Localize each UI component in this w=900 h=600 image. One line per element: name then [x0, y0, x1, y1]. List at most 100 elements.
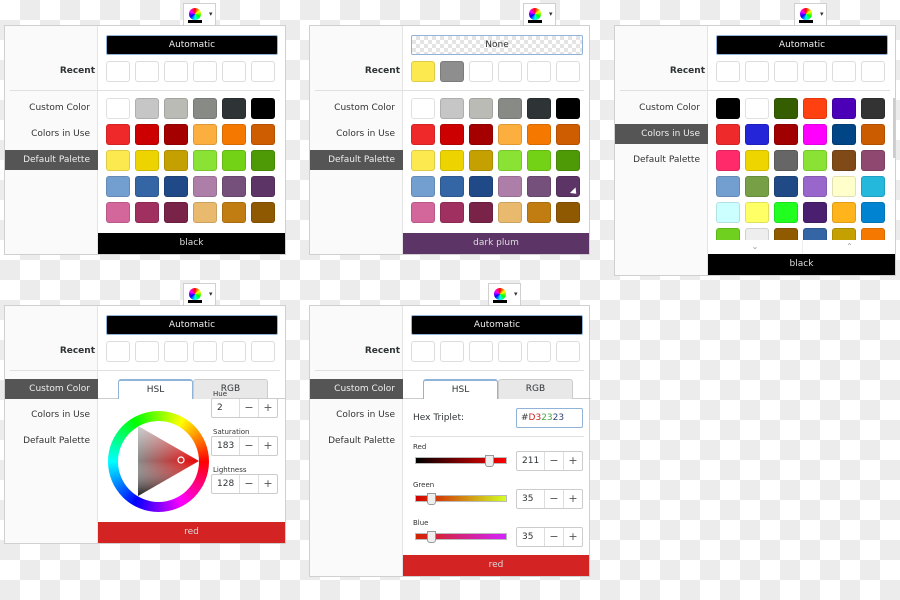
increment-button[interactable]: +: [563, 528, 582, 546]
color-swatch[interactable]: [469, 150, 493, 171]
recent-swatch[interactable]: [498, 61, 522, 82]
tab-rgb[interactable]: RGB: [193, 379, 268, 399]
color-swatch[interactable]: [193, 124, 217, 145]
recent-swatch[interactable]: [106, 61, 130, 82]
color-swatch[interactable]: [832, 98, 856, 119]
recent-swatch[interactable]: [411, 341, 435, 362]
recent-swatch[interactable]: [745, 61, 769, 82]
color-swatch[interactable]: [106, 124, 130, 145]
green-value[interactable]: 35: [517, 490, 544, 508]
color-swatch[interactable]: [745, 150, 769, 171]
recent-swatch[interactable]: [527, 341, 551, 362]
color-swatch[interactable]: [498, 176, 522, 197]
red-slider[interactable]: [415, 455, 507, 467]
color-swatch[interactable]: [106, 98, 130, 119]
color-swatch[interactable]: [832, 228, 856, 240]
tab-hsl[interactable]: HSL: [423, 379, 498, 399]
decrement-button[interactable]: −: [544, 490, 563, 508]
lightness-value[interactable]: 128: [212, 475, 239, 493]
sidebar-item-default-palette[interactable]: Default Palette: [5, 431, 98, 451]
slider-thumb[interactable]: [426, 493, 436, 505]
color-swatch[interactable]: [164, 202, 188, 223]
recent-swatch[interactable]: [440, 61, 464, 82]
color-swatch[interactable]: [498, 150, 522, 171]
scroll-down-button[interactable]: ⌄: [708, 240, 802, 254]
color-swatch[interactable]: [716, 176, 740, 197]
sidebar-item-colors-in-use[interactable]: Colors in Use: [615, 124, 708, 144]
saturation-lightness-triangle[interactable]: [108, 411, 209, 512]
color-swatch[interactable]: [861, 124, 885, 145]
color-picker-toggle-button[interactable]: ▾: [488, 283, 521, 305]
recent-swatch[interactable]: [803, 61, 827, 82]
color-swatch[interactable]: [803, 228, 827, 240]
sidebar-item-colors-in-use[interactable]: Colors in Use: [310, 405, 403, 425]
color-swatch[interactable]: [440, 98, 464, 119]
color-swatch[interactable]: [222, 98, 246, 119]
color-swatch[interactable]: [164, 150, 188, 171]
blue-spinbutton[interactable]: 35− +: [516, 527, 583, 547]
increment-button[interactable]: +: [563, 490, 582, 508]
hex-input[interactable]: #D32323: [516, 408, 583, 428]
color-swatch[interactable]: [861, 176, 885, 197]
color-swatch[interactable]: [222, 176, 246, 197]
recent-swatch[interactable]: [222, 61, 246, 82]
color-swatch[interactable]: [745, 98, 769, 119]
color-picker-toggle-button[interactable]: ▾: [183, 283, 216, 305]
color-swatch[interactable]: [774, 98, 798, 119]
recent-swatch[interactable]: [469, 341, 493, 362]
color-swatch[interactable]: [469, 124, 493, 145]
color-swatch[interactable]: [774, 124, 798, 145]
recent-swatch[interactable]: [469, 61, 493, 82]
color-picker-toggle-button[interactable]: ▾: [183, 3, 216, 25]
saturation-value[interactable]: 183: [212, 437, 239, 455]
recent-swatch[interactable]: [832, 61, 856, 82]
red-value[interactable]: 211: [517, 452, 544, 470]
color-swatch[interactable]: [832, 124, 856, 145]
color-swatch[interactable]: [193, 202, 217, 223]
recent-swatch[interactable]: [106, 341, 130, 362]
color-swatch[interactable]: [861, 228, 885, 240]
sidebar-item-default-palette[interactable]: Default Palette: [5, 150, 98, 170]
blue-slider[interactable]: [415, 531, 507, 543]
decrement-button[interactable]: −: [544, 452, 563, 470]
lightness-spinbutton[interactable]: 128− +: [211, 474, 278, 494]
color-swatch[interactable]: [469, 98, 493, 119]
hue-value[interactable]: 2: [212, 399, 239, 417]
decrement-button[interactable]: −: [239, 437, 258, 455]
scroll-up-button[interactable]: ⌃: [802, 240, 896, 254]
color-swatch[interactable]: [251, 98, 275, 119]
automatic-button[interactable]: Automatic: [106, 315, 278, 335]
color-swatch[interactable]: [498, 98, 522, 119]
color-swatch[interactable]: [745, 202, 769, 223]
color-swatch[interactable]: [555, 175, 581, 198]
color-swatch[interactable]: [716, 124, 740, 145]
scrollbar[interactable]: [893, 98, 895, 158]
color-swatch[interactable]: [832, 202, 856, 223]
color-swatch[interactable]: [411, 176, 435, 197]
color-swatch[interactable]: [832, 176, 856, 197]
recent-swatch[interactable]: [556, 341, 580, 362]
color-swatch[interactable]: [193, 98, 217, 119]
sidebar-item-custom-color[interactable]: Custom Color: [310, 379, 403, 399]
recent-swatch[interactable]: [193, 61, 217, 82]
saturation-spinbutton[interactable]: 183− +: [211, 436, 278, 456]
color-swatch[interactable]: [440, 150, 464, 171]
recent-swatch[interactable]: [861, 61, 885, 82]
increment-button[interactable]: +: [258, 475, 277, 493]
color-swatch[interactable]: [251, 176, 275, 197]
color-swatch[interactable]: [803, 176, 827, 197]
color-swatch[interactable]: [411, 150, 435, 171]
recent-swatch[interactable]: [527, 61, 551, 82]
color-swatch[interactable]: [251, 202, 275, 223]
color-swatch[interactable]: [251, 150, 275, 171]
color-swatch[interactable]: [222, 202, 246, 223]
color-swatch[interactable]: [164, 176, 188, 197]
recent-swatch[interactable]: [774, 61, 798, 82]
tab-hsl[interactable]: HSL: [118, 379, 193, 399]
color-swatch[interactable]: [222, 124, 246, 145]
color-swatch[interactable]: [556, 98, 580, 119]
color-swatch[interactable]: [556, 150, 580, 171]
automatic-button[interactable]: Automatic: [411, 315, 583, 335]
decrement-button[interactable]: −: [239, 475, 258, 493]
red-spinbutton[interactable]: 211− +: [516, 451, 583, 471]
